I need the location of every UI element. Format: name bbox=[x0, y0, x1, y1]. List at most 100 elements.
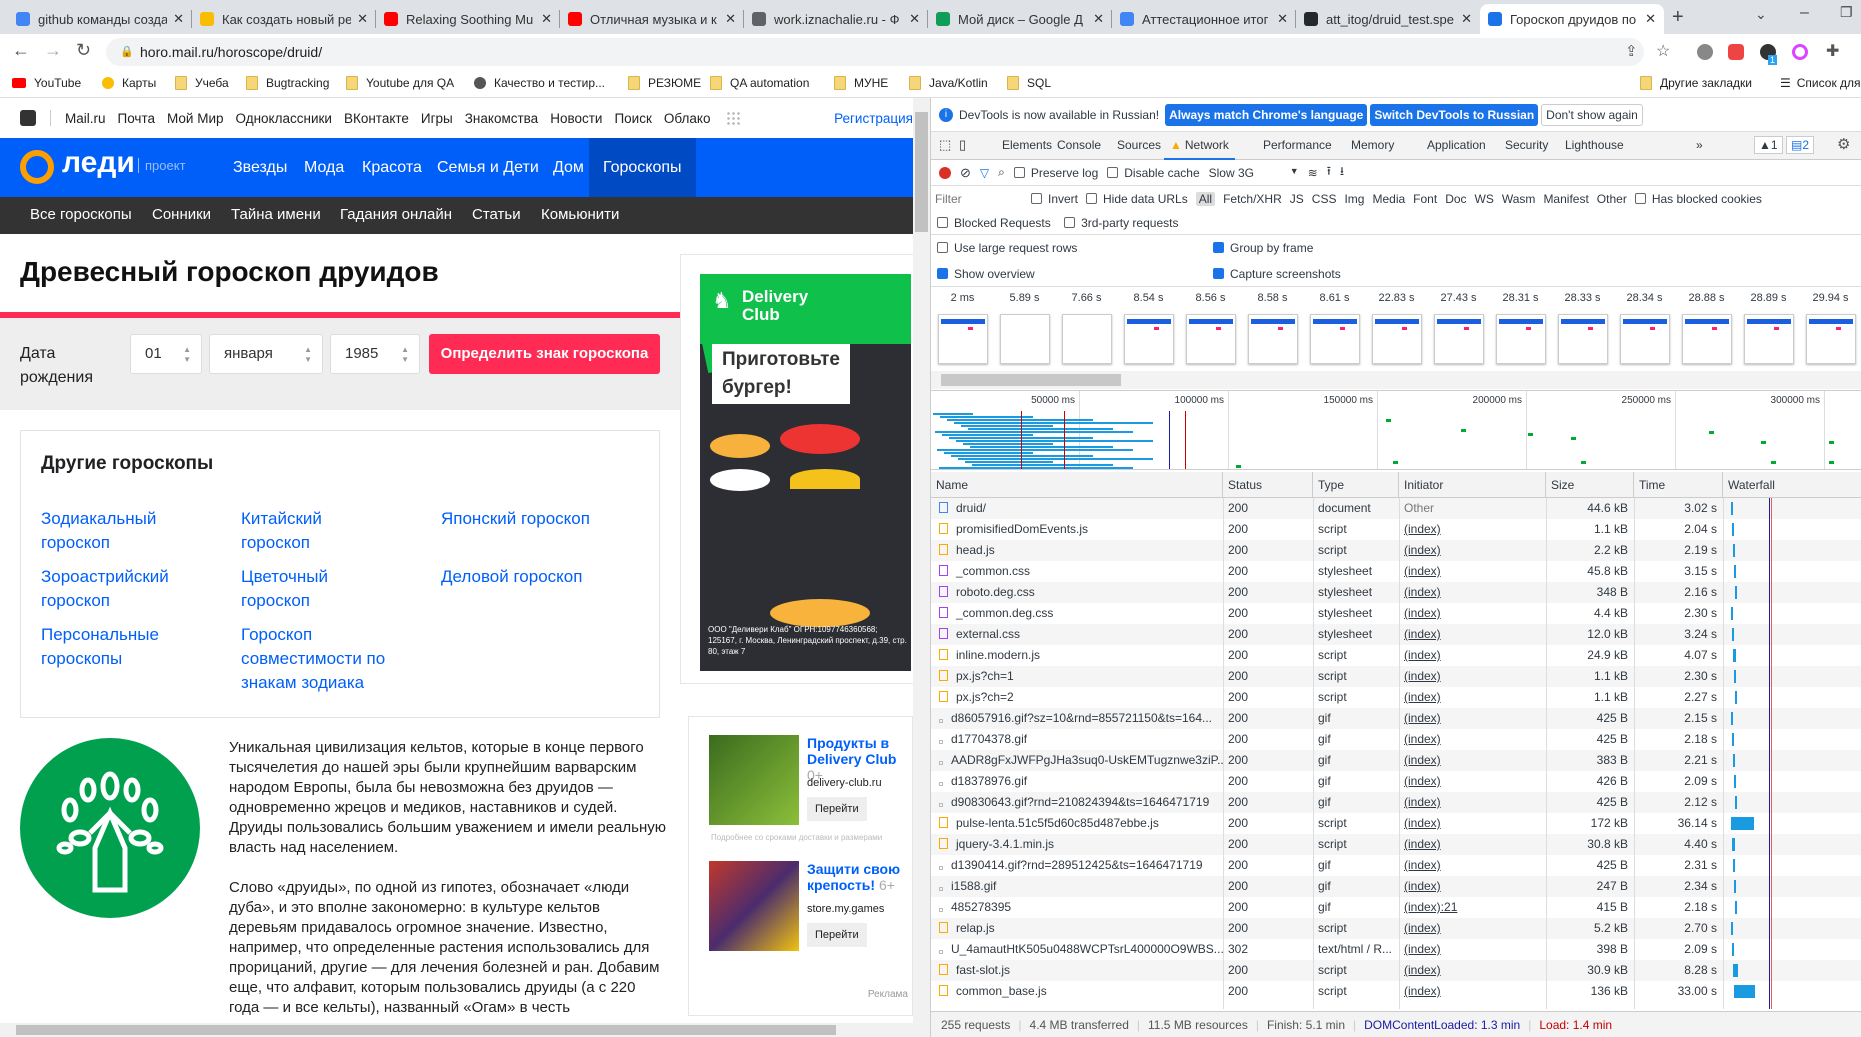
messages-counter[interactable]: ▤2 bbox=[1786, 136, 1815, 154]
bookmark-item[interactable]: Качество и тестир... bbox=[474, 76, 605, 90]
request-initiator[interactable]: (index) bbox=[1399, 561, 1546, 582]
sub-nav-item[interactable]: Все гороскопы bbox=[30, 206, 132, 223]
type-filter-img[interactable]: Img bbox=[1344, 192, 1364, 206]
bookmark-item[interactable]: Учеба bbox=[175, 76, 229, 90]
bookmark-item[interactable]: QA automation bbox=[710, 76, 809, 90]
request-row[interactable]: pulse-lenta.51c5f5d60c85d487ebbe.js 200 sc… bbox=[931, 813, 1861, 834]
portal-link[interactable]: Mail.ru bbox=[65, 111, 106, 126]
request-row[interactable]: roboto.deg.css 200 stylesheet (index) 348 B 2… bbox=[931, 582, 1861, 603]
submit-button[interactable]: Определить знак гороскопа bbox=[429, 334, 660, 374]
preserve-log-checkbox[interactable]: Preserve log bbox=[1013, 166, 1098, 180]
request-row[interactable]: _common.deg.css 200 stylesheet (index) 4.4 k… bbox=[931, 603, 1861, 624]
screenshot-thumbnail[interactable] bbox=[1496, 314, 1546, 364]
request-row[interactable]: d90830643.gif?rnd=210824394&ts=164647171… bbox=[931, 792, 1861, 813]
screenshot-thumbnail[interactable] bbox=[938, 314, 988, 364]
request-initiator[interactable]: (index) bbox=[1399, 876, 1546, 897]
devtools-tab[interactable]: Performance bbox=[1263, 132, 1332, 160]
request-initiator[interactable]: (index) bbox=[1399, 519, 1546, 540]
import-har-icon[interactable]: ⭱ bbox=[1327, 162, 1331, 183]
main-nav-item[interactable]: Семья и Дети bbox=[427, 138, 549, 197]
site-logo[interactable]: леди bbox=[62, 146, 135, 180]
devtools-tab[interactable]: ▲ Network bbox=[1164, 132, 1235, 160]
type-filter-manifest[interactable]: Manifest bbox=[1543, 192, 1588, 206]
third-party-checkbox[interactable]: 3rd-party requests bbox=[1064, 216, 1178, 230]
tab-search-icon[interactable]: ⌄ bbox=[1755, 6, 1767, 23]
main-nav-item[interactable]: Мода bbox=[294, 138, 354, 197]
screenshot-thumbnail[interactable] bbox=[1000, 314, 1050, 364]
close-tab-icon[interactable]: ✕ bbox=[1645, 11, 1656, 27]
filter-input[interactable] bbox=[931, 189, 1023, 209]
extension-icon[interactable] bbox=[1792, 44, 1808, 60]
request-row[interactable]: common_base.js 200 script (index) 136 kB 33.0… bbox=[931, 981, 1861, 1002]
type-filter-css[interactable]: CSS bbox=[1312, 192, 1337, 206]
screenshot-thumbnail[interactable] bbox=[1310, 314, 1360, 364]
request-row[interactable]: fast-slot.js 200 script (index) 30.9 kB 8.28 … bbox=[931, 960, 1861, 981]
bookmark-item[interactable]: РЕЗЮМЕ bbox=[628, 76, 701, 90]
close-tab-icon[interactable]: ✕ bbox=[909, 11, 920, 27]
back-icon[interactable]: ← bbox=[12, 40, 30, 61]
browser-tab[interactable]: att_itog/druid_test.spe ✕ bbox=[1296, 4, 1480, 34]
devtools-tab[interactable]: Lighthouse bbox=[1565, 132, 1624, 160]
column-header-status[interactable]: Status bbox=[1223, 472, 1313, 497]
promo-button[interactable]: Перейти bbox=[807, 923, 867, 947]
promo-title[interactable]: Продукты в Delivery Club bbox=[807, 735, 896, 767]
screenshot-thumbnail[interactable] bbox=[1124, 314, 1174, 364]
type-filter-media[interactable]: Media bbox=[1372, 192, 1405, 206]
horoscope-link[interactable]: Гороскоп совместимости по знакам зодиака bbox=[241, 623, 401, 695]
request-initiator[interactable]: (index) bbox=[1399, 708, 1546, 729]
horoscope-link[interactable]: Японский гороскоп bbox=[441, 507, 591, 531]
day-select[interactable]: 01 ▲ ▼ bbox=[130, 334, 202, 374]
bookmark-item[interactable]: SQL bbox=[1007, 76, 1051, 90]
devtools-tab[interactable]: Application bbox=[1427, 132, 1486, 160]
request-row[interactable]: AADR8gFxJWFPgJHa3suq0-UskEMTugznwe3ziP..… bbox=[931, 750, 1861, 771]
other-bookmarks[interactable]: Другие закладки bbox=[1640, 76, 1752, 90]
more-tabs-icon[interactable]: » bbox=[1696, 138, 1703, 152]
year-select[interactable]: 1985 ▲ ▼ bbox=[330, 334, 420, 374]
column-header-time[interactable]: Time bbox=[1634, 472, 1723, 497]
group-by-frame-checkbox[interactable]: Group by frame bbox=[1213, 241, 1313, 255]
horoscope-link[interactable]: Зороастрийский гороскоп bbox=[41, 565, 191, 613]
request-initiator[interactable]: (index) bbox=[1399, 960, 1546, 981]
settings-gear-icon[interactable]: ⚙ bbox=[1837, 135, 1850, 153]
puzzle-icon[interactable]: ✚ bbox=[1826, 41, 1839, 61]
horoscope-link[interactable]: Китайский гороскоп bbox=[241, 507, 391, 555]
column-header-waterfall[interactable]: Waterfall bbox=[1723, 472, 1861, 497]
screenshot-thumbnail[interactable] bbox=[1062, 314, 1112, 364]
horoscope-link[interactable]: Цветочный гороскоп bbox=[241, 565, 391, 613]
request-row[interactable]: d86057916.gif?sz=10&rnd=855721150&ts=164… bbox=[931, 708, 1861, 729]
type-filter-other[interactable]: Other bbox=[1597, 192, 1627, 206]
network-overview[interactable]: 50000 ms 100000 ms 150000 ms 200000 ms 25000… bbox=[931, 390, 1861, 470]
register-link[interactable]: Регистрация bbox=[834, 111, 913, 126]
screenshot-thumbnail[interactable] bbox=[1434, 314, 1484, 364]
type-filter-all[interactable]: All bbox=[1195, 192, 1216, 206]
horoscope-link[interactable]: Персональные гороскопы bbox=[41, 623, 191, 671]
page-vertical-scrollbar[interactable] bbox=[913, 98, 930, 1023]
warnings-counter[interactable]: ▲1 bbox=[1754, 136, 1783, 154]
forward-icon[interactable]: → bbox=[44, 40, 62, 61]
promo-image[interactable] bbox=[709, 735, 799, 825]
sub-nav-item[interactable]: Комьюнити bbox=[541, 206, 619, 223]
portal-link[interactable]: Новости bbox=[550, 111, 602, 126]
browser-tab[interactable]: Отличная музыка и к ✕ bbox=[560, 4, 744, 34]
reload-icon[interactable]: ↻ bbox=[76, 40, 91, 61]
portal-link[interactable]: Мой Мир bbox=[167, 111, 224, 126]
screenshot-thumbnail[interactable] bbox=[1186, 314, 1236, 364]
main-nav-item[interactable]: Гороскопы bbox=[589, 138, 696, 197]
screenshot-thumbnail[interactable] bbox=[1620, 314, 1670, 364]
screenshot-thumbnail[interactable] bbox=[1372, 314, 1422, 364]
main-nav-item[interactable]: Звезды bbox=[223, 138, 297, 197]
request-row[interactable]: inline.modern.js 200 script (index) 24.9 kB 4… bbox=[931, 645, 1861, 666]
request-row[interactable]: d18378976.gif 200 gif (index) 426 B 2.09 s bbox=[931, 771, 1861, 792]
request-initiator[interactable]: (index) bbox=[1399, 687, 1546, 708]
promo-button[interactable]: Перейти bbox=[807, 797, 867, 821]
browser-tab[interactable]: Мой диск – Google Д ✕ bbox=[928, 4, 1112, 34]
large-rows-checkbox[interactable]: Use large request rows bbox=[937, 241, 1077, 255]
bookmark-star-icon[interactable]: ☆ bbox=[1656, 41, 1670, 61]
month-select[interactable]: января ▲ ▼ bbox=[209, 334, 323, 374]
page-horizontal-scrollbar[interactable] bbox=[0, 1023, 930, 1037]
request-row[interactable]: d17704378.gif 200 gif (index) 425 B 2.18 s bbox=[931, 729, 1861, 750]
portal-link[interactable]: Облако bbox=[664, 111, 711, 126]
request-initiator[interactable]: (index) bbox=[1399, 981, 1546, 1002]
devtools-tab[interactable]: Elements bbox=[1002, 132, 1052, 160]
throttle-select[interactable]: Slow 3G ▼ bbox=[1209, 166, 1299, 180]
